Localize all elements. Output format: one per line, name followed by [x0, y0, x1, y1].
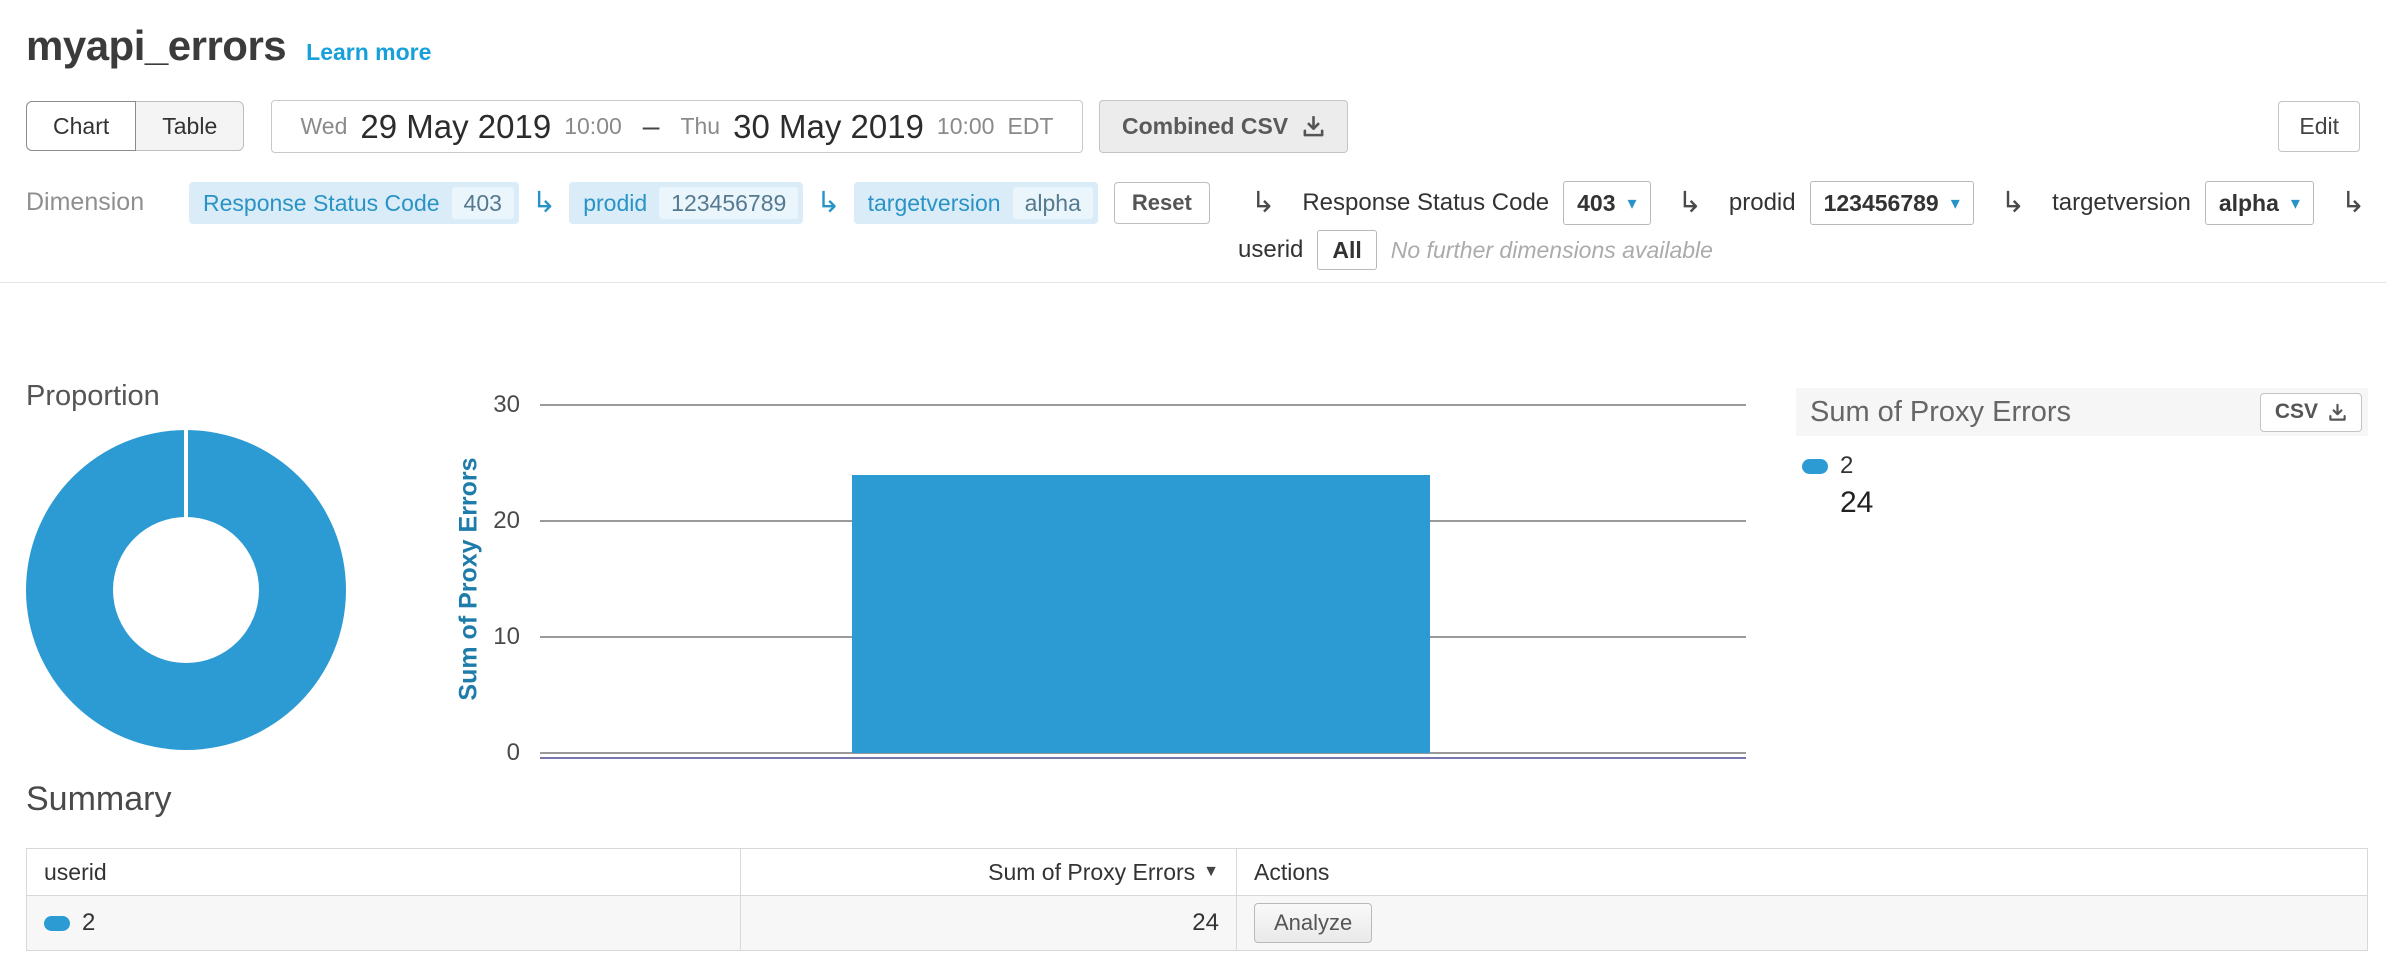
csv-button-label: CSV [2275, 400, 2318, 424]
toolbar: Chart Table Wed 29 May 2019 10:00 – Thu … [26, 100, 2360, 154]
caret-down-icon: ▾ [1951, 193, 1960, 214]
summary-table-row: 2 24 Analyze [27, 896, 2367, 950]
date-end-time: 10:00 [937, 113, 995, 140]
date-start-date: 29 May 2019 [360, 108, 551, 146]
y-tick-label: 20 [493, 507, 520, 535]
drilldown-arrow-icon: ↳ [1678, 189, 1702, 218]
download-icon [1302, 115, 1325, 138]
summary-cell-actions: Analyze [1237, 896, 2367, 950]
legend-value: 24 [1840, 486, 2368, 520]
filter-name: prodid [1729, 189, 1796, 217]
legend-swatch [1802, 459, 1828, 474]
sort-desc-icon: ▼ [1203, 863, 1219, 881]
drilldown-arrow-icon: ↳ [2001, 189, 2025, 218]
breadcrumb-chip-targetversion[interactable]: targetversion alpha [854, 182, 1098, 224]
reset-button[interactable]: Reset [1114, 182, 1210, 224]
filter-select-targetversion[interactable]: alpha ▾ [2205, 181, 2314, 225]
dimension-breadcrumb: Response Status Code 403 ↳ prodid 123456… [189, 180, 1210, 226]
filter-row: ↳ Response Status Code 403 ▾ ↳ prodid 12… [1238, 180, 2378, 226]
combined-csv-button[interactable]: Combined CSV [1099, 100, 1348, 153]
legend-panel-header: Sum of Proxy Errors CSV [1796, 388, 2368, 436]
download-icon [2328, 403, 2347, 422]
bar-chart: 0102030 [540, 405, 1746, 753]
page-title: myapi_errors [26, 22, 286, 70]
filter-name: Response Status Code [1302, 189, 1549, 217]
drilldown-arrow-icon: ↳ [816, 189, 840, 218]
chip-value: 403 [452, 187, 514, 219]
y-tick-label: 10 [493, 623, 520, 651]
date-start-day: Wed [301, 113, 348, 140]
summary-cell-userid: 2 [27, 896, 741, 950]
summary-col-sum-sortable[interactable]: Sum of Proxy Errors ▼ [741, 849, 1237, 895]
drilldown-arrow-icon: ↳ [532, 189, 556, 218]
no-more-dimensions-text: No further dimensions available [1391, 237, 1713, 264]
date-range-separator: – [643, 110, 660, 144]
section-divider [0, 282, 2386, 283]
date-start-time: 10:00 [564, 113, 622, 140]
summary-col-sum-label: Sum of Proxy Errors [988, 859, 1195, 886]
filter-select-prodid[interactable]: 123456789 ▾ [1810, 181, 1974, 225]
chart-tab-button[interactable]: Chart [26, 101, 136, 151]
caret-down-icon: ▾ [1628, 193, 1637, 214]
summary-title: Summary [26, 780, 171, 819]
drilldown-arrow-icon: ↳ [2341, 189, 2365, 218]
filter-selected-value: alpha [2219, 190, 2279, 217]
breadcrumb-chip-prodid[interactable]: prodid 123456789 [569, 182, 803, 224]
x-axis-line [540, 757, 1746, 759]
chip-name: Response Status Code [203, 190, 440, 217]
view-toggle: Chart Table [26, 101, 244, 151]
donut-chart[interactable] [26, 430, 346, 750]
row-userid-value: 2 [82, 909, 95, 937]
filter-selected-value: 123456789 [1824, 190, 1939, 217]
filter-row: userid All No further dimensions availab… [1238, 228, 2378, 272]
learn-more-link[interactable]: Learn more [306, 39, 431, 66]
chip-value: 123456789 [659, 187, 798, 219]
row-series-swatch [44, 916, 70, 931]
combined-csv-label: Combined CSV [1122, 113, 1288, 140]
edit-button[interactable]: Edit [2278, 101, 2360, 152]
date-range-picker[interactable]: Wed 29 May 2019 10:00 – Thu 30 May 2019 … [271, 100, 1083, 153]
header: myapi_errors Learn more [26, 22, 431, 70]
csv-button[interactable]: CSV [2260, 393, 2362, 432]
legend-item[interactable]: 2 [1802, 452, 2368, 480]
summary-header-row: userid Sum of Proxy Errors ▼ Actions [27, 849, 2367, 896]
drilldown-filters: ↳ Response Status Code 403 ▾ ↳ prodid 12… [1238, 180, 2378, 272]
chip-name: prodid [583, 190, 647, 217]
analyze-button[interactable]: Analyze [1254, 903, 1372, 943]
table-tab-button[interactable]: Table [135, 101, 244, 151]
summary-col-actions: Actions [1237, 849, 2367, 895]
proportion-donut-panel [26, 418, 426, 760]
y-gridline [540, 404, 1746, 406]
legend-label: 2 [1840, 452, 1853, 480]
next-dimension-label: userid [1238, 236, 1303, 264]
bar-chart-y-axis-title: Sum of Proxy Errors [455, 457, 484, 700]
summary-cell-sum: 24 [741, 896, 1237, 950]
y-tick-label: 0 [507, 739, 520, 767]
donut-hole [113, 517, 259, 663]
drilldown-arrow-icon: ↳ [1251, 189, 1275, 218]
chip-name: targetversion [868, 190, 1001, 217]
summary-table: userid Sum of Proxy Errors ▼ Actions 2 2… [26, 848, 2368, 951]
filter-select-response-status-code[interactable]: 403 ▾ [1563, 181, 1650, 225]
filter-name: targetversion [2052, 189, 2191, 217]
caret-down-icon: ▾ [2291, 193, 2300, 214]
date-end-day: Thu [680, 113, 720, 140]
bar-series-rect[interactable] [852, 475, 1430, 753]
breadcrumb-chip-response-status-code[interactable]: Response Status Code 403 [189, 182, 519, 224]
analytics-dashboard: myapi_errors Learn more Chart Table Wed … [0, 0, 2386, 968]
y-tick-label: 30 [493, 391, 520, 419]
proportion-chart-title: Proportion [26, 380, 160, 413]
chip-value: alpha [1013, 187, 1093, 219]
dimension-label: Dimension [26, 188, 144, 217]
filter-selected-value: 403 [1577, 190, 1615, 217]
next-dimension-value-box[interactable]: All [1317, 230, 1376, 270]
date-end-date: 30 May 2019 [733, 108, 924, 146]
legend-panel-title: Sum of Proxy Errors [1810, 396, 2071, 429]
legend-panel: Sum of Proxy Errors CSV 2 24 [1796, 388, 2368, 520]
date-timezone: EDT [1007, 113, 1053, 140]
summary-col-userid: userid [27, 849, 741, 895]
